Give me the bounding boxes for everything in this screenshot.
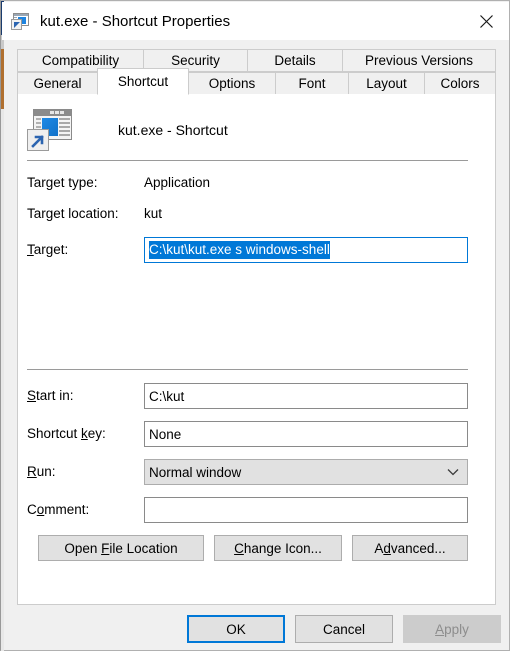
run-label: Run: [27,464,56,479]
shortcut-app-icon [27,108,73,152]
start-in-input-value: C:\kut [149,388,185,404]
comment-input[interactable] [144,497,468,523]
tab-font[interactable]: Font [275,72,348,95]
shortcut-properties-dialog: kut.exe - Shortcut Properties Compatibil… [0,0,510,651]
ok-button[interactable]: OK [187,615,285,643]
open-file-location-button[interactable]: Open File Location [38,535,204,561]
cancel-label: Cancel [322,621,366,637]
tab-label: Previous Versions [364,53,474,68]
ok-label: OK [226,621,246,637]
divider-top [27,160,468,161]
open-file-location-label: Open File Location [64,540,178,556]
tab-label: General [33,76,82,91]
advanced-label: Advanced... [374,540,446,556]
target-label: Target: [27,242,69,257]
title-bar: kut.exe - Shortcut Properties [2,2,509,40]
shortcut-name: kut.exe - Shortcut [118,122,228,138]
target-location-label: Target location: [27,206,119,221]
tab-label: Security [171,53,220,68]
tab-label: Font [298,76,326,91]
field-row-target: Target: C:\kut\kut.exe s windows-shell [18,237,497,263]
change-icon-label: Change Icon... [234,540,322,556]
target-location-value: kut [144,206,163,221]
tab-label: Details [274,53,316,68]
apply-button[interactable]: Apply [403,615,501,643]
shortcut-key-input-value: None [149,426,182,442]
shortcut-header: kut.exe - Shortcut [27,107,228,153]
tab-shortcut[interactable]: Shortcut [97,68,189,95]
shortcut-key-label: Shortcut key: [27,426,106,441]
window-title: kut.exe - Shortcut Properties [40,12,231,30]
field-row-run: Run: Normal window [18,459,497,485]
apply-label: Apply [435,621,469,637]
start-in-input[interactable]: C:\kut [144,383,468,409]
target-type-value: Application [144,175,211,190]
change-icon-button[interactable]: Change Icon... [214,535,342,561]
field-row-shortcut-key: Shortcut key: None [18,421,497,447]
target-input-value: C:\kut\kut.exe s windows-shell [149,241,330,259]
close-icon [479,14,493,28]
comment-label: Comment: [27,502,90,517]
advanced-button[interactable]: Advanced... [352,535,468,561]
run-dropdown-value: Normal window [149,464,242,480]
run-dropdown[interactable]: Normal window [144,459,468,485]
tab-colors[interactable]: Colors [424,72,496,95]
shortcut-tab-panel: kut.exe - Shortcut Target type: Applicat… [17,94,496,605]
start-in-label: Start in: [27,388,74,403]
chevron-down-icon [439,460,467,484]
tab-label: Compatibility [41,53,120,68]
tab-layout[interactable]: Layout [348,72,424,95]
shortcut-window-icon [11,12,31,30]
tab-label: Layout [366,76,407,91]
shortcut-arrow-overlay-icon [27,129,49,151]
target-input[interactable]: C:\kut\kut.exe s windows-shell [144,237,468,263]
tab-general[interactable]: General [17,72,97,95]
close-button[interactable] [463,2,509,40]
tab-previous-versions[interactable]: Previous Versions [342,49,496,72]
field-row-comment: Comment: [18,497,497,523]
tab-label: Shortcut [117,74,169,89]
tab-row-lower: General Shortcut Options Font Layout Col… [17,68,496,95]
target-type-label: Target type: [27,175,98,190]
tab-options[interactable]: Options [189,72,275,95]
tab-label: Colors [440,76,480,91]
tab-row-upper: Compatibility Security Details Previous … [17,49,496,72]
tab-strip: Compatibility Security Details Previous … [17,49,496,95]
tab-details[interactable]: Details [247,49,342,72]
tab-label: Options [208,76,256,91]
field-row-start-in: Start in: C:\kut [18,383,497,409]
divider-middle [27,369,468,370]
cancel-button[interactable]: Cancel [295,615,393,643]
shortcut-key-input[interactable]: None [144,421,468,447]
window-edge-accent [1,1,4,651]
